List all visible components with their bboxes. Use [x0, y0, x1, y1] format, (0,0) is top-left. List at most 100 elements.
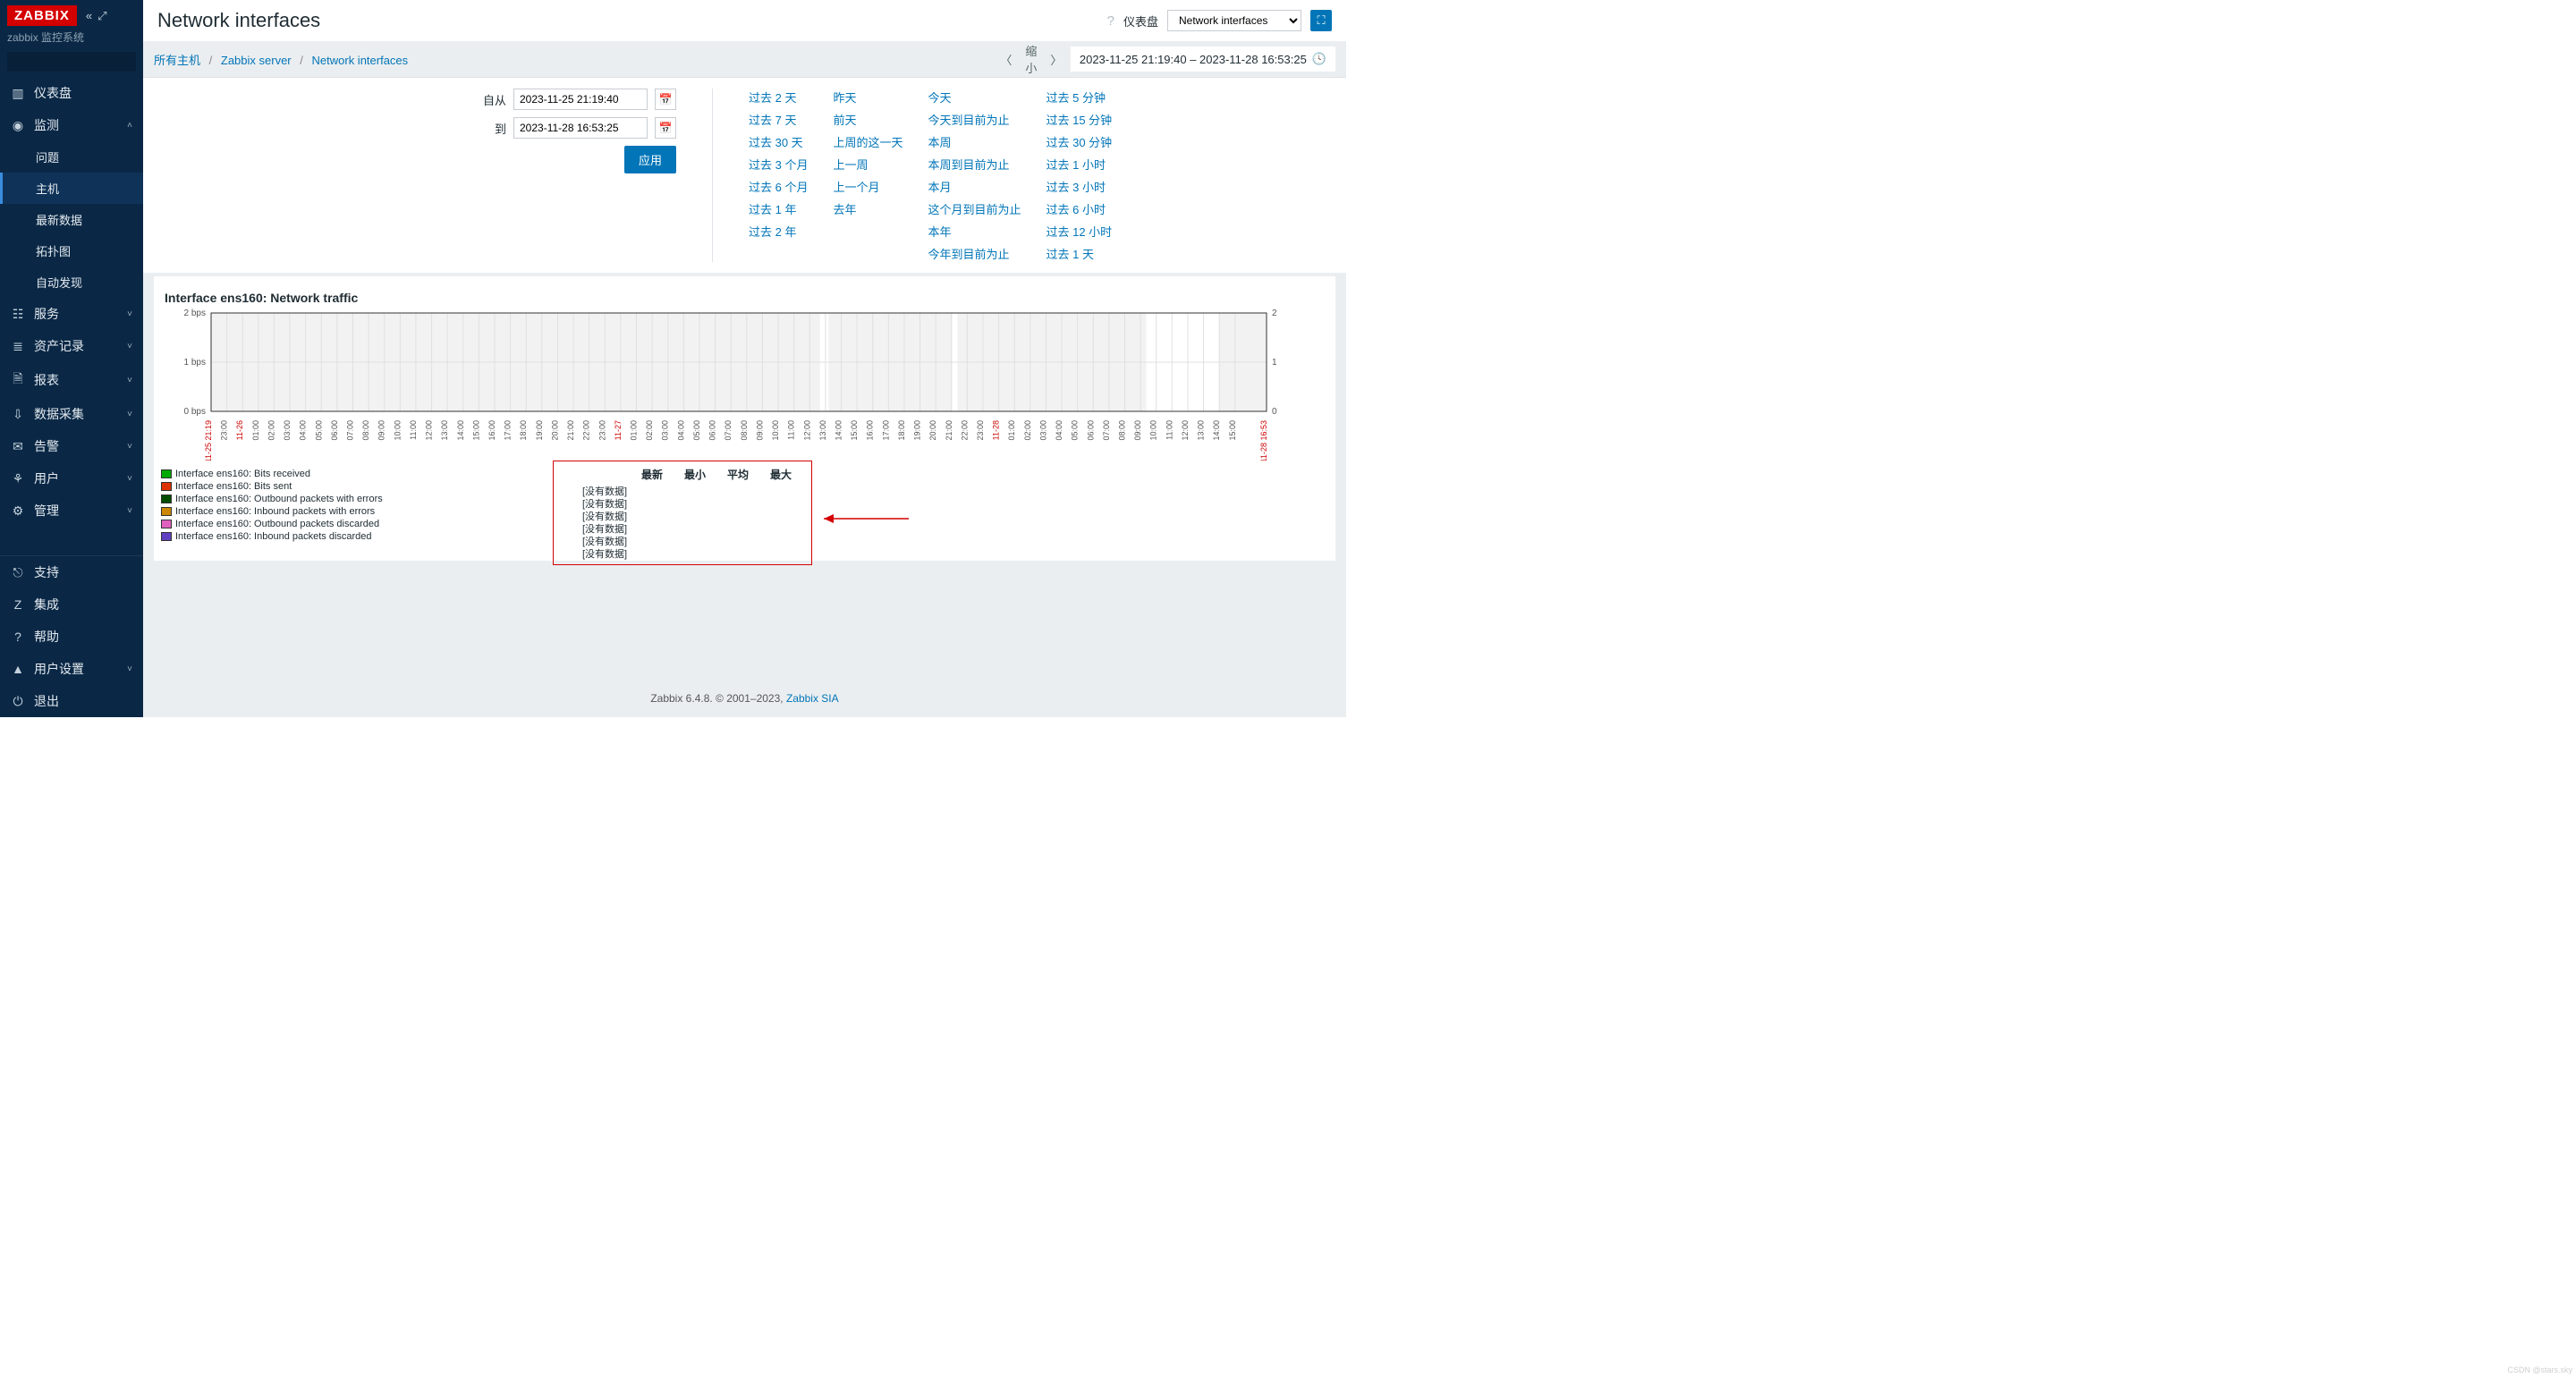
search-input[interactable]: [13, 55, 151, 68]
menu-资产记录[interactable]: ≣资产记录˅: [0, 330, 143, 362]
svg-text:23:00: 23:00: [220, 420, 229, 441]
search-bar[interactable]: 🔍: [7, 52, 136, 72]
svg-text:15:00: 15:00: [471, 420, 480, 441]
svg-text:17:00: 17:00: [881, 420, 890, 441]
svg-text:06:00: 06:00: [708, 420, 717, 441]
preset-link[interactable]: 过去 30 天: [749, 133, 808, 150]
footer-link[interactable]: Zabbix SIA: [786, 692, 839, 705]
preset-link[interactable]: 过去 2 年: [749, 223, 808, 240]
legend-item: Interface ens160: Outbound packets with …: [161, 493, 383, 505]
submenu-最新数据[interactable]: 最新数据: [0, 204, 143, 235]
svg-text:04:00: 04:00: [299, 420, 308, 441]
preset-link[interactable]: 过去 1 天: [1046, 245, 1113, 262]
menu-服务[interactable]: ☷服务˅: [0, 298, 143, 330]
preset-link[interactable]: 过去 3 个月: [749, 156, 808, 173]
preset-link[interactable]: 过去 30 分钟: [1046, 133, 1113, 150]
menu-集成[interactable]: Z集成: [0, 588, 143, 621]
legend-annotation-box: 最新最小平均最大 [没有数据][没有数据][没有数据][没有数据][没有数据][…: [553, 461, 812, 565]
help-icon[interactable]: ?: [1107, 13, 1114, 29]
preset-link[interactable]: 上周的这一天: [833, 133, 902, 150]
preset-link[interactable]: 过去 6 个月: [749, 178, 808, 195]
menu-数据采集[interactable]: ⇩数据采集˅: [0, 398, 143, 430]
to-calendar-button[interactable]: 📅: [655, 117, 676, 139]
apply-button[interactable]: 应用: [624, 146, 676, 173]
to-input[interactable]: [513, 117, 648, 139]
svg-text:18:00: 18:00: [897, 420, 906, 441]
preset-link[interactable]: 本周: [928, 133, 1021, 150]
chart[interactable]: 0 bps1 bps2 bps01211-25 21:1923:0011-260…: [157, 309, 1293, 461]
preset-link[interactable]: 去年: [833, 200, 902, 217]
svg-text:03:00: 03:00: [661, 420, 670, 441]
preset-link[interactable]: 本年: [928, 223, 1021, 240]
crumb-all-hosts[interactable]: 所有主机: [154, 54, 200, 67]
preset-link[interactable]: 本周到目前为止: [928, 156, 1021, 173]
svg-text:02:00: 02:00: [267, 420, 275, 441]
preset-link[interactable]: 本月: [928, 178, 1021, 195]
svg-text:11-26: 11-26: [235, 420, 244, 440]
menu-icon: ⚙: [11, 503, 25, 519]
svg-text:11-28 16:53: 11-28 16:53: [1259, 420, 1268, 461]
preset-link[interactable]: 过去 1 小时: [1046, 156, 1113, 173]
menu-报表[interactable]: 🗎报表˅: [0, 362, 143, 398]
graph-card: Interface ens160: Network traffic 0 bps1…: [154, 276, 1335, 561]
svg-text:23:00: 23:00: [597, 420, 606, 441]
fullscreen-button[interactable]: ⛶: [1310, 10, 1332, 31]
menu-监测[interactable]: ◉监测˄: [0, 109, 143, 141]
svg-text:01:00: 01:00: [251, 420, 260, 441]
svg-text:14:00: 14:00: [456, 420, 465, 441]
svg-text:07:00: 07:00: [1102, 420, 1111, 441]
logo[interactable]: ZABBIX: [7, 5, 77, 26]
preset-link[interactable]: 今天到目前为止: [928, 111, 1021, 128]
svg-text:11:00: 11:00: [409, 420, 418, 440]
svg-text:22:00: 22:00: [582, 420, 591, 441]
preset-link[interactable]: 这个月到目前为止: [928, 200, 1021, 217]
time-next-button[interactable]: 〉: [1046, 48, 1067, 70]
time-zoomout-button[interactable]: 缩小: [1021, 48, 1042, 70]
preset-link[interactable]: 过去 15 分钟: [1046, 111, 1113, 128]
submenu-问题[interactable]: 问题: [0, 141, 143, 173]
menu-告警[interactable]: ✉告警˅: [0, 430, 143, 462]
popout-icon[interactable]: ⤢: [97, 9, 106, 23]
collapse-icon[interactable]: «: [86, 9, 92, 23]
preset-link[interactable]: 昨天: [833, 89, 902, 106]
menu-退出[interactable]: ⏻退出: [0, 685, 143, 717]
svg-text:23:00: 23:00: [976, 420, 985, 441]
preset-link[interactable]: 过去 1 年: [749, 200, 808, 217]
menu-管理[interactable]: ⚙管理˅: [0, 495, 143, 527]
from-calendar-button[interactable]: 📅: [655, 89, 676, 110]
svg-text:21:00: 21:00: [566, 420, 575, 441]
menu-icon: ⏻: [11, 694, 25, 709]
preset-link[interactable]: 过去 3 小时: [1046, 178, 1113, 195]
svg-text:20:00: 20:00: [550, 420, 559, 441]
titlebar: Network interfaces ? 仪表盘 Network interfa…: [143, 0, 1346, 41]
preset-link[interactable]: 今年到目前为止: [928, 245, 1021, 262]
submenu-自动发现[interactable]: 自动发现: [0, 266, 143, 298]
preset-link[interactable]: 过去 7 天: [749, 111, 808, 128]
svg-text:21:00: 21:00: [945, 420, 953, 441]
menu-支持[interactable]: ⎋支持: [0, 556, 143, 588]
preset-link[interactable]: 上一周: [833, 156, 902, 173]
submenu-主机[interactable]: 主机: [0, 173, 143, 204]
time-prev-button[interactable]: 〈: [996, 48, 1017, 70]
preset-link[interactable]: 过去 12 小时: [1046, 223, 1113, 240]
preset-link[interactable]: 过去 6 小时: [1046, 200, 1113, 217]
svg-text:1 bps: 1 bps: [184, 358, 206, 368]
sidebar: ZABBIX « ⤢ zabbix 监控系统 🔍 ▥仪表盘◉监测˄问题主机最新数…: [0, 0, 143, 717]
preset-link[interactable]: 过去 2 天: [749, 89, 808, 106]
menu-用户设置[interactable]: ▲用户设置˅: [0, 653, 143, 685]
menu-icon: ☷: [11, 307, 25, 322]
preset-link[interactable]: 过去 5 分钟: [1046, 89, 1113, 106]
preset-link[interactable]: 今天: [928, 89, 1021, 106]
preset-link[interactable]: 上一个月: [833, 178, 902, 195]
crumb-host[interactable]: Zabbix server: [221, 54, 292, 67]
submenu-拓扑图[interactable]: 拓扑图: [0, 235, 143, 266]
menu-用户[interactable]: ⚘用户˅: [0, 462, 143, 495]
dashboard-select[interactable]: Network interfaces: [1167, 10, 1301, 31]
svg-text:05:00: 05:00: [692, 420, 701, 441]
menu-帮助[interactable]: ?帮助: [0, 621, 143, 653]
time-range-display[interactable]: 2023-11-25 21:19:40 – 2023-11-28 16:53:2…: [1071, 46, 1335, 72]
from-input[interactable]: [513, 89, 648, 110]
preset-link[interactable]: 前天: [833, 111, 902, 128]
menu-仪表盘[interactable]: ▥仪表盘: [0, 77, 143, 109]
svg-text:16:00: 16:00: [487, 420, 496, 441]
